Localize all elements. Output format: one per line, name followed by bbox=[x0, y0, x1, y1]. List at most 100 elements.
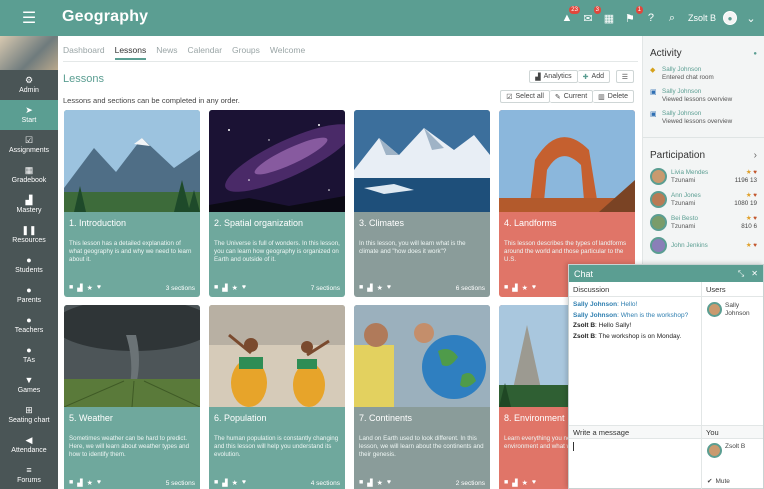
lesson-title[interactable]: 2. Spatial organization bbox=[214, 218, 303, 228]
sidebar-item-seating-chart[interactable]: ⊞ Seating chart bbox=[0, 400, 58, 430]
lesson-card[interactable]: 7. Continents Land on Earth used to look … bbox=[354, 305, 490, 489]
lesson-card[interactable]: 2. Spatial organization The Universe is f… bbox=[209, 110, 345, 297]
lesson-title[interactable]: 7. Continents bbox=[359, 413, 412, 423]
lesson-card[interactable]: 5. Weather Sometimes weather can be hard … bbox=[64, 305, 200, 489]
analytics-icon[interactable]: ▟ bbox=[77, 479, 82, 487]
sidebar-item-teachers[interactable]: ● Teachers bbox=[0, 310, 58, 340]
sidebar-item-resources[interactable]: ❚❚ Resources bbox=[0, 220, 58, 250]
tab-welcome[interactable]: Welcome bbox=[270, 45, 305, 60]
activity-item[interactable]: ◆ Sally Johnson Entered chat room bbox=[643, 63, 764, 85]
lesson-card[interactable]: 1. Introduction This lesson has a detaile… bbox=[64, 110, 200, 297]
analytics-icon[interactable]: ▟ bbox=[512, 284, 517, 292]
tab-lessons[interactable]: Lessons bbox=[114, 45, 147, 60]
lesson-card[interactable]: 6. Population The human population is con… bbox=[209, 305, 345, 489]
select-all-button[interactable]: ☑ Select all bbox=[500, 90, 550, 103]
participant-name[interactable]: Ann Jones bbox=[671, 192, 701, 200]
star-icon[interactable]: ★ bbox=[232, 479, 238, 487]
tab-dashboard[interactable]: Dashboard bbox=[63, 45, 105, 60]
lesson-title[interactable]: 3. Climates bbox=[359, 218, 404, 228]
expand-icon[interactable]: ⤡ bbox=[738, 269, 744, 279]
chevron-right-icon[interactable]: › bbox=[754, 150, 757, 161]
sidebar-item-mastery[interactable]: ▟ Mastery bbox=[0, 190, 58, 220]
heart-icon[interactable]: ♥ bbox=[532, 479, 536, 487]
user-name[interactable]: Zsolt B bbox=[688, 13, 716, 23]
messages-icon[interactable]: ✉ 3 bbox=[581, 6, 601, 25]
checkmark-icon[interactable]: ✔ bbox=[707, 477, 712, 485]
avatar[interactable]: ● bbox=[723, 11, 737, 25]
activity-user[interactable]: Sally Johnson bbox=[662, 88, 732, 96]
sidebar-item-tas[interactable]: ● TAs bbox=[0, 340, 58, 370]
lesson-title[interactable]: 1. Introduction bbox=[69, 218, 126, 228]
calendar-icon[interactable]: ▦ bbox=[602, 11, 616, 25]
sidebar-item-assignments[interactable]: ☑ Assignments bbox=[0, 130, 58, 160]
sidebar-item-gradebook[interactable]: ▦ Gradebook bbox=[0, 160, 58, 190]
lesson-title[interactable]: 6. Population bbox=[214, 413, 267, 423]
star-icon[interactable]: ★ bbox=[87, 479, 93, 487]
checkbox-icon[interactable]: ■ bbox=[69, 284, 73, 292]
star-icon[interactable]: ★ bbox=[87, 284, 93, 292]
heart-icon[interactable]: ♥ bbox=[97, 284, 101, 292]
participation-row[interactable]: Livia Mendes Tzunami ★ ♥ 1196 13 bbox=[643, 165, 764, 188]
chat-user-name[interactable]: Sally Johnson bbox=[725, 302, 761, 420]
current-button[interactable]: ✎ Current bbox=[549, 90, 594, 103]
checkbox-icon[interactable]: ■ bbox=[504, 479, 508, 487]
sidebar-item-forums[interactable]: ≡ Forums bbox=[0, 460, 58, 489]
alerts-icon[interactable]: ⚑ 1 bbox=[623, 6, 643, 25]
analytics-icon[interactable]: ▟ bbox=[512, 479, 517, 487]
checkbox-icon[interactable]: ■ bbox=[504, 284, 508, 292]
heart-icon[interactable]: ♥ bbox=[97, 479, 101, 487]
chevron-down-icon[interactable]: ⌄ bbox=[744, 11, 758, 25]
heart-icon[interactable]: ♥ bbox=[242, 479, 246, 487]
search-icon[interactable]: ⌕ bbox=[665, 11, 679, 25]
analytics-icon[interactable]: ▟ bbox=[367, 479, 372, 487]
star-icon[interactable]: ★ bbox=[522, 479, 528, 487]
activity-item[interactable]: ▣ Sally Johnson Viewed lessons overview bbox=[643, 107, 764, 129]
participation-header[interactable]: Participation › bbox=[643, 138, 764, 165]
heart-icon[interactable]: ♥ bbox=[242, 284, 246, 292]
checkbox-icon[interactable]: ■ bbox=[214, 479, 218, 487]
avatar[interactable] bbox=[707, 302, 722, 317]
lesson-title[interactable]: 8. Environment bbox=[504, 413, 565, 423]
checkbox-icon[interactable]: ■ bbox=[214, 284, 218, 292]
checkbox-icon[interactable]: ■ bbox=[359, 284, 363, 292]
sidebar-item-games[interactable]: ▼ Games bbox=[0, 370, 58, 400]
activity-user[interactable]: Sally Johnson bbox=[662, 66, 714, 74]
star-icon[interactable]: ★ bbox=[232, 284, 238, 292]
participant-name[interactable]: John Jenkins bbox=[671, 242, 708, 250]
sidebar-item-students[interactable]: ● Students bbox=[0, 250, 58, 280]
checkbox-icon[interactable]: ■ bbox=[359, 479, 363, 487]
close-icon[interactable]: ✕ bbox=[751, 269, 758, 279]
mute-toggle[interactable]: ✔ Mute bbox=[707, 477, 730, 486]
analytics-icon[interactable]: ▟ bbox=[77, 284, 82, 292]
participation-row[interactable]: Bei Besto Tzunami ★ ♥ 810 6 bbox=[643, 211, 764, 234]
tab-groups[interactable]: Groups bbox=[232, 45, 260, 60]
heart-icon[interactable]: ♥ bbox=[532, 284, 536, 292]
analytics-icon[interactable]: ▟ bbox=[222, 284, 227, 292]
list-menu-button[interactable]: ☰ bbox=[615, 70, 634, 83]
course-thumbnail[interactable] bbox=[0, 36, 58, 70]
delete-button[interactable]: ▥ Delete bbox=[593, 90, 634, 103]
heart-icon[interactable]: ♥ bbox=[387, 284, 391, 292]
analytics-button[interactable]: ▟ Analytics bbox=[529, 70, 578, 83]
notifications-icon[interactable]: ▲ 23 bbox=[560, 6, 580, 25]
participation-row[interactable]: John Jenkins ★ ♥ bbox=[643, 234, 764, 257]
lesson-card[interactable]: 3. Climates In this lesson, you will lear… bbox=[354, 110, 490, 297]
analytics-icon[interactable]: ▟ bbox=[222, 479, 227, 487]
heart-icon[interactable]: ♥ bbox=[387, 479, 391, 487]
star-icon[interactable]: ★ bbox=[522, 284, 528, 292]
star-icon[interactable]: ★ bbox=[377, 284, 383, 292]
add-button[interactable]: ✚ Add bbox=[577, 70, 610, 83]
participation-row[interactable]: Ann Jones Tzunami ★ ♥ 1080 19 bbox=[643, 188, 764, 211]
tab-news[interactable]: News bbox=[156, 45, 177, 60]
activity-user[interactable]: Sally Johnson bbox=[662, 110, 732, 118]
tab-calendar[interactable]: Calendar bbox=[188, 45, 223, 60]
participant-name[interactable]: Livia Mendes bbox=[671, 169, 708, 177]
checkbox-icon[interactable]: ■ bbox=[69, 479, 73, 487]
help-icon[interactable]: ? bbox=[644, 11, 658, 25]
lesson-title[interactable]: 4. Landforms bbox=[504, 218, 557, 228]
star-icon[interactable]: ★ bbox=[377, 479, 383, 487]
participant-name[interactable]: Bei Besto bbox=[671, 215, 698, 223]
sidebar-item-admin[interactable]: ⚙ Admin bbox=[0, 70, 58, 100]
sidebar-item-attendance[interactable]: ◀ Attendance bbox=[0, 430, 58, 460]
message-input[interactable] bbox=[569, 439, 702, 489]
